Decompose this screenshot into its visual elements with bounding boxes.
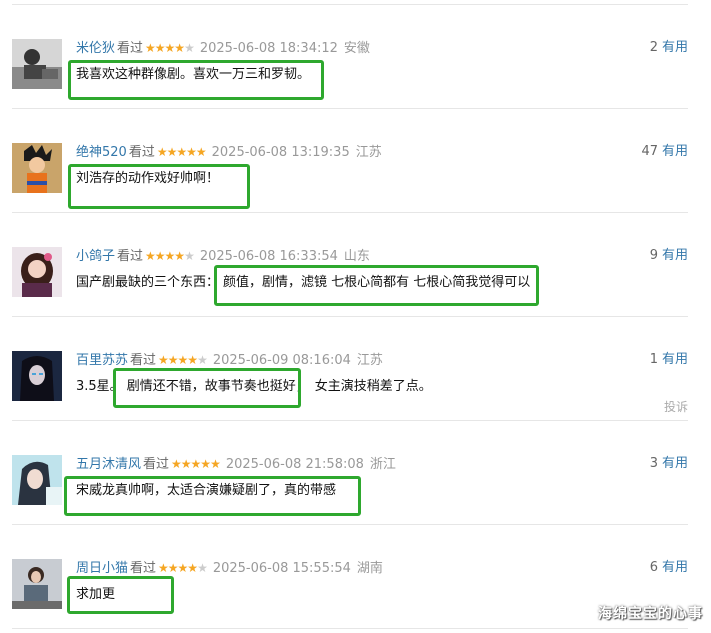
comment-text: 求加更 — [76, 586, 115, 604]
avatar[interactable] — [12, 455, 62, 505]
username-link[interactable]: 绝神520 — [76, 145, 127, 160]
watermark: 海绵宝宝的心事 — [598, 606, 703, 622]
rating-stars: ★★★★★ — [145, 249, 195, 263]
username-link[interactable]: 五月沐清风 — [76, 457, 141, 472]
comment-text: 国产剧最缺的三个东西： 颜值，剧情，滤镜 七根心简都有 七根心简我觉得可以 — [76, 274, 530, 292]
useful-vote[interactable]: 9 有用 — [650, 247, 688, 265]
rating-stars: ★★★★★ — [171, 457, 221, 471]
username-link[interactable]: 周日小猫 — [76, 561, 128, 576]
rating-stars: ★★★★★ — [145, 41, 195, 55]
useful-button[interactable]: 有用 — [662, 248, 688, 263]
comment-text: 宋威龙真帅啊，太适合演嫌疑剧了，真的带感 — [76, 482, 336, 500]
comment-item: 百里苏苏 看过 ★★★★★ 2025-06-09 08:16:04 江苏 1 有用 3.5… — [0, 351, 711, 421]
comment-highlighted-text: 宋威龙真帅啊，太适合演嫌疑剧了，真的带感 — [76, 483, 337, 498]
comment-time: 2025-06-08 21:58:08 — [225, 457, 364, 472]
comment-text: 3.5星。 剧情还不错，故事节奏也挺好， 女主演技稍差了点。 — [76, 378, 432, 396]
useful-count: 47 — [641, 144, 658, 159]
comment-highlighted-text: 求加更 — [76, 587, 116, 602]
rating-stars: ★★★★★ — [156, 145, 207, 159]
useful-button[interactable]: 有用 — [662, 40, 688, 55]
watched-label: 看过 — [143, 457, 170, 472]
comment-highlighted-text: 颜值，剧情，滤镜 七根心简都有 七根心简我觉得可以 — [223, 275, 531, 290]
useful-count: 3 — [649, 456, 658, 471]
avatar[interactable] — [12, 143, 62, 193]
comment-highlighted-text: 我喜欢这种群像剧。喜欢一万三和罗韧。 — [76, 67, 311, 82]
useful-count: 2 — [649, 40, 658, 55]
comment-location: 山东 — [343, 249, 370, 264]
avatar[interactable] — [12, 39, 62, 89]
comment-location: 浙江 — [369, 457, 396, 472]
useful-vote[interactable]: 2 有用 — [650, 39, 688, 57]
comment-meta: 周日小猫 看过 ★★★★★ 2025-06-08 15:55:54 湖南 — [76, 559, 383, 577]
watched-label: 看过 — [130, 561, 157, 576]
comment-location: 江苏 — [356, 353, 383, 368]
comment-location: 湖南 — [356, 561, 383, 576]
comment-plain-text: 3.5星。 — [76, 379, 123, 394]
watched-label: 看过 — [130, 353, 157, 368]
avatar[interactable] — [12, 559, 62, 609]
comment-plain-text: 国产剧最缺的三个东西： — [76, 275, 220, 290]
useful-button[interactable]: 有用 — [662, 144, 688, 159]
useful-button[interactable]: 有用 — [662, 456, 688, 471]
useful-count: 1 — [649, 352, 658, 367]
comment-item: 小鸽子 看过 ★★★★★ 2025-06-08 16:33:54 山东 9 有用 国产剧最… — [0, 247, 711, 317]
watched-label: 看过 — [117, 249, 144, 264]
comment-time: 2025-06-08 16:33:54 — [199, 249, 338, 264]
comment-plain-text: 女主演技稍差了点。 — [314, 379, 432, 394]
rating-stars: ★★★★★ — [158, 561, 208, 575]
comment-meta: 米伦狄 看过 ★★★★★ 2025-06-08 18:34:12 安徽 — [76, 39, 370, 57]
useful-count: 9 — [649, 248, 658, 263]
comment-item: 五月沐清风 看过 ★★★★★ 2025-06-08 21:58:08 浙江 3 有用 宋威… — [0, 455, 711, 525]
avatar[interactable] — [12, 351, 62, 401]
comment-meta: 绝神520 看过 ★★★★★ 2025-06-08 13:19:35 江苏 — [76, 143, 382, 161]
useful-button[interactable]: 有用 — [662, 352, 688, 367]
comment-item: 绝神520 看过 ★★★★★ 2025-06-08 13:19:35 江苏 47 有用 刘… — [0, 143, 711, 213]
comment-time: 2025-06-09 08:16:04 — [212, 353, 351, 368]
comment-item: 米伦狄 看过 ★★★★★ 2025-06-08 18:34:12 安徽 2 有用 我喜欢这… — [0, 39, 711, 109]
comment-time: 2025-06-08 18:34:12 — [199, 41, 338, 56]
useful-vote[interactable]: 47 有用 — [641, 143, 688, 161]
useful-count: 6 — [649, 560, 658, 575]
username-link[interactable]: 米伦狄 — [76, 41, 115, 56]
username-link[interactable]: 小鸽子 — [76, 249, 115, 264]
comment-highlighted-text: 剧情还不错，故事节奏也挺好， — [126, 379, 309, 394]
comment-highlighted-text: 刘浩存的动作戏好帅啊！ — [76, 171, 220, 186]
useful-vote[interactable]: 1 有用 — [650, 351, 688, 369]
useful-vote[interactable]: 3 有用 — [650, 455, 688, 473]
watched-label: 看过 — [128, 145, 155, 160]
watched-label: 看过 — [117, 41, 144, 56]
comment-text: 刘浩存的动作戏好帅啊！ — [76, 170, 219, 188]
useful-vote[interactable]: 6 有用 — [650, 559, 688, 577]
avatar[interactable] — [12, 247, 62, 297]
comment-location: 安徽 — [343, 41, 370, 56]
useful-button[interactable]: 有用 — [662, 560, 688, 575]
report-link[interactable]: 投诉 — [664, 398, 688, 415]
comment-location: 江苏 — [355, 145, 382, 160]
divider — [12, 4, 688, 5]
comment-meta: 百里苏苏 看过 ★★★★★ 2025-06-09 08:16:04 江苏 — [76, 351, 383, 369]
comment-meta: 五月沐清风 看过 ★★★★★ 2025-06-08 21:58:08 浙江 — [76, 455, 396, 473]
comment-time: 2025-06-08 15:55:54 — [212, 561, 351, 576]
comment-text: 我喜欢这种群像剧。喜欢一万三和罗韧。 — [76, 66, 310, 84]
comment-time: 2025-06-08 13:19:35 — [211, 145, 350, 160]
rating-stars: ★★★★★ — [158, 353, 208, 367]
username-link[interactable]: 百里苏苏 — [76, 353, 128, 368]
comment-meta: 小鸽子 看过 ★★★★★ 2025-06-08 16:33:54 山东 — [76, 247, 370, 265]
